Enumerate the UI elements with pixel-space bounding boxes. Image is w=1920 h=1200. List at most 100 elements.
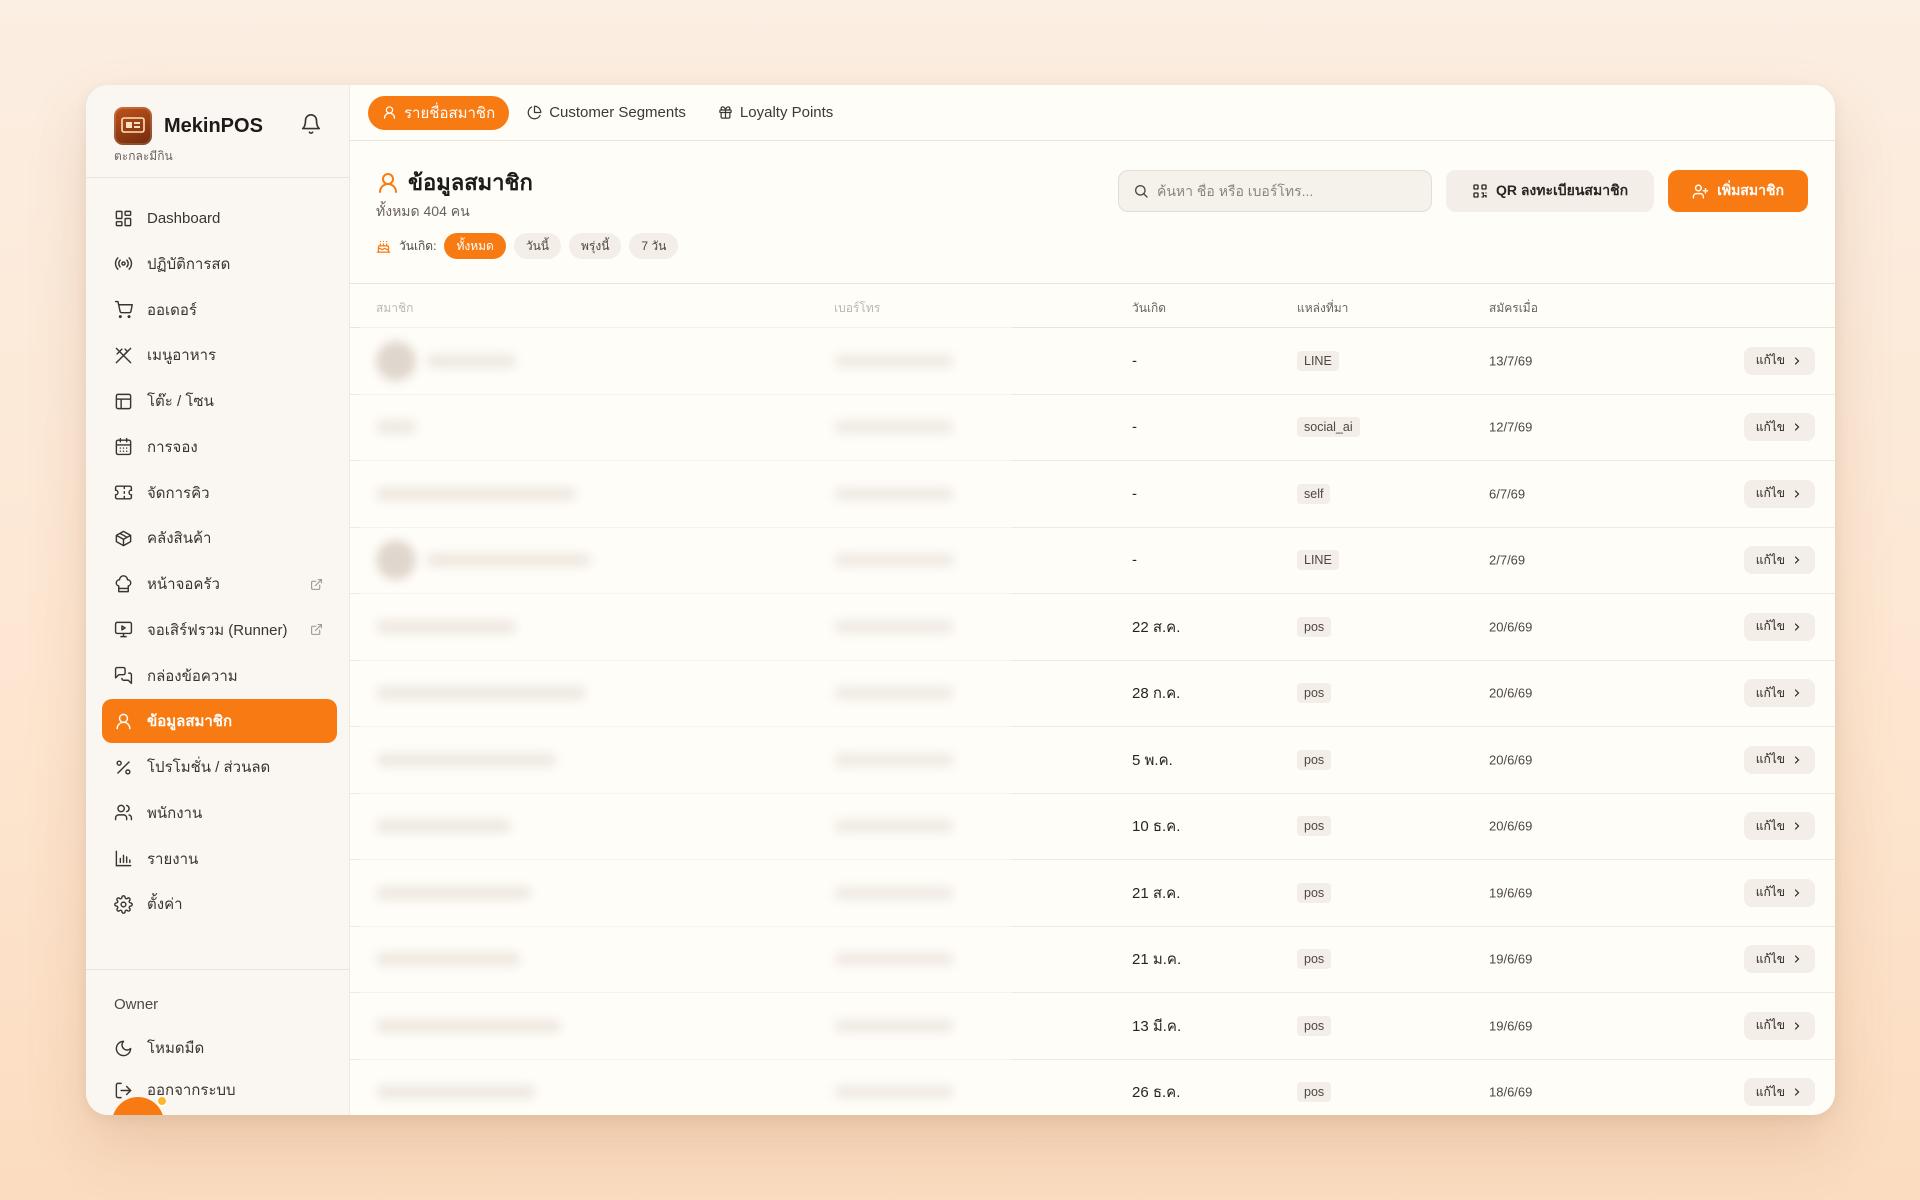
tab-loyalty-points[interactable]: Loyalty Points bbox=[704, 96, 847, 130]
column-header-birthday[interactable]: วันเกิด bbox=[1132, 299, 1166, 318]
table-row[interactable]: 21 ส.ค. pos 19/6/69 แก้ไข bbox=[350, 860, 1835, 927]
table-row[interactable]: 10 ธ.ค. pos 20/6/69 แก้ไข bbox=[350, 794, 1835, 860]
birthday-cell: - bbox=[1132, 485, 1137, 503]
edit-button[interactable]: แก้ไข bbox=[1743, 812, 1815, 841]
column-header-member[interactable]: สมาชิก bbox=[376, 299, 413, 318]
table-row[interactable]: 21 ม.ค. pos 19/6/69 แก้ไข bbox=[350, 927, 1835, 993]
joined-date-cell: 12/7/69 bbox=[1489, 419, 1533, 435]
chevron-right-icon bbox=[1794, 955, 1800, 963]
sidebar-item-members[interactable]: ข้อมูลสมาชิก bbox=[102, 699, 337, 744]
table-row[interactable]: - LINE 2/7/69 แก้ไข bbox=[350, 528, 1835, 594]
sidebar-item-kitchen[interactable]: หน้าจอครัว bbox=[102, 562, 337, 606]
search-box bbox=[1118, 170, 1432, 212]
sidebar-item-queue[interactable]: จัดการคิว bbox=[102, 471, 337, 515]
messages-icon bbox=[114, 666, 133, 685]
sidebar-item-runner[interactable]: จอเสิร์ฟรวม (Runner) bbox=[102, 608, 337, 652]
redacted-bar bbox=[834, 752, 954, 767]
edit-button[interactable]: แก้ไข bbox=[1743, 413, 1815, 442]
phone-redacted bbox=[834, 619, 954, 634]
edit-button[interactable]: แก้ไข bbox=[1743, 479, 1815, 508]
birthday-cell: - bbox=[1132, 551, 1137, 569]
sidebar-item-label: ออเดอร์ bbox=[147, 301, 197, 319]
edit-button[interactable]: แก้ไข bbox=[1743, 346, 1815, 375]
monitor-play-icon bbox=[114, 621, 133, 638]
redacted-bar bbox=[834, 885, 954, 900]
filter-chip-7days[interactable]: 7 วัน bbox=[629, 233, 679, 259]
page-header: ข้อมูลสมาชิก ทั้งหมด 404 คน วันเกิด: ทั้… bbox=[350, 141, 1835, 284]
edit-button[interactable]: แก้ไข bbox=[1743, 945, 1815, 974]
birthday-cell: 13 มี.ค. bbox=[1132, 1017, 1182, 1035]
redacted-bar bbox=[376, 1085, 536, 1100]
column-header-source[interactable]: แหล่งที่มา bbox=[1297, 299, 1348, 318]
member-name-redacted bbox=[376, 885, 531, 900]
add-member-button[interactable]: เพิ่มสมาชิก bbox=[1668, 170, 1808, 212]
table-row[interactable]: 13 มี.ค. pos 19/6/69 แก้ไข bbox=[350, 993, 1835, 1060]
table-row[interactable]: - self 6/7/69 แก้ไข bbox=[350, 461, 1835, 528]
edit-button[interactable]: แก้ไข bbox=[1743, 878, 1815, 907]
phone-redacted bbox=[834, 752, 954, 767]
source-badge: pos bbox=[1297, 949, 1332, 970]
table-header: สมาชิก เบอร์โทร วันเกิด แหล่งที่มา สมัคร… bbox=[350, 284, 1835, 328]
phone-redacted bbox=[834, 885, 954, 900]
package-icon bbox=[115, 530, 132, 547]
filter-chip-today[interactable]: วันนี้ bbox=[513, 233, 561, 259]
tab-customer-segments[interactable]: Customer Segments bbox=[513, 96, 700, 130]
chevron-right-icon bbox=[1794, 423, 1800, 431]
phone-redacted bbox=[834, 1018, 954, 1033]
redacted-bar bbox=[834, 420, 954, 435]
sidebar-item-tables[interactable]: โต๊ะ / โซน bbox=[102, 379, 337, 423]
sidebar-item-inventory[interactable]: คลังสินค้า bbox=[102, 516, 337, 560]
member-avatar bbox=[376, 340, 416, 381]
edit-label: แก้ไข bbox=[1755, 353, 1785, 368]
sidebar-footer: Owner โหมดมืด ออกจากระบบ bbox=[86, 969, 350, 1111]
redacted-bar bbox=[834, 353, 954, 368]
column-header-joined[interactable]: สมัครเมื่อ bbox=[1489, 299, 1538, 318]
phone-redacted bbox=[834, 1085, 954, 1100]
sidebar-item-reports[interactable]: รายงาน bbox=[102, 837, 337, 881]
bell-icon[interactable] bbox=[300, 113, 322, 135]
sidebar-item-inbox[interactable]: กล่องข้อความ bbox=[102, 654, 337, 698]
phone-redacted bbox=[834, 553, 954, 568]
joined-date-cell: 20/6/69 bbox=[1489, 752, 1533, 768]
chevron-right-icon bbox=[1794, 822, 1800, 830]
sidebar-item-dashboard[interactable]: Dashboard bbox=[102, 196, 337, 240]
birthday-cell: 5 พ.ค. bbox=[1132, 751, 1173, 769]
edit-button[interactable]: แก้ไข bbox=[1743, 612, 1815, 641]
filter-chip-tomorrow[interactable]: พรุ่งนี้ bbox=[568, 233, 622, 259]
qr-register-button[interactable]: QR ลงทะเบียนสมาชิก bbox=[1446, 170, 1654, 212]
tab-label: รายชื่อสมาชิก bbox=[404, 104, 496, 122]
sidebar-item-menu[interactable]: เมนูอาหาร bbox=[102, 333, 337, 377]
sidebar-item-live-ops[interactable]: ปฏิบัติการสด bbox=[102, 242, 337, 286]
table-row[interactable]: 22 ส.ค. pos 20/6/69 แก้ไข bbox=[350, 594, 1835, 661]
table-row[interactable]: - social_ai 12/7/69 แก้ไข bbox=[350, 395, 1835, 461]
filter-chip-all[interactable]: ทั้งหมด bbox=[444, 233, 506, 259]
sidebar-item-settings[interactable]: ตั้งค่า bbox=[102, 882, 337, 926]
table-row[interactable]: - LINE 13/7/69 แก้ไข bbox=[350, 328, 1835, 395]
tab-member-list[interactable]: รายชื่อสมาชิก bbox=[368, 95, 510, 130]
user-role: Owner bbox=[114, 996, 159, 1013]
redacted-bar bbox=[376, 619, 516, 634]
member-name-redacted bbox=[376, 540, 591, 581]
dark-mode-toggle[interactable]: โหมดมืด bbox=[114, 1027, 350, 1069]
edit-button[interactable]: แก้ไข bbox=[1743, 679, 1815, 708]
edit-button[interactable]: แก้ไข bbox=[1743, 745, 1815, 774]
edit-button[interactable]: แก้ไข bbox=[1743, 546, 1815, 575]
search-input[interactable] bbox=[1157, 183, 1417, 199]
table-row[interactable]: 26 ธ.ค. pos 18/6/69 แก้ไข bbox=[350, 1060, 1835, 1116]
external-link-icon bbox=[311, 578, 322, 590]
birthday-filter: วันเกิด: ทั้งหมด วันนี้ พรุ่งนี้ 7 วัน bbox=[376, 233, 679, 259]
edit-button[interactable]: แก้ไข bbox=[1743, 1078, 1815, 1107]
table-row[interactable]: 28 ก.ค. pos 20/6/69 แก้ไข bbox=[350, 661, 1835, 727]
users-icon bbox=[114, 804, 133, 821]
sidebar-item-staff[interactable]: พนักงาน bbox=[102, 791, 337, 835]
sidebar-item-orders[interactable]: ออเดอร์ bbox=[102, 288, 337, 332]
column-header-phone[interactable]: เบอร์โทร bbox=[834, 299, 880, 318]
edit-button[interactable]: แก้ไข bbox=[1743, 1011, 1815, 1040]
table-row[interactable]: 5 พ.ค. pos 20/6/69 แก้ไข bbox=[350, 727, 1835, 794]
sidebar-item-label: จัดการคิว bbox=[147, 484, 210, 502]
bar-chart-icon bbox=[115, 850, 132, 867]
source-badge: self bbox=[1297, 483, 1331, 504]
sidebar-item-promotions[interactable]: โปรโมชั่น / ส่วนลด bbox=[102, 745, 337, 789]
moon-icon bbox=[115, 1040, 132, 1056]
sidebar-item-reservations[interactable]: การจอง bbox=[102, 425, 337, 469]
